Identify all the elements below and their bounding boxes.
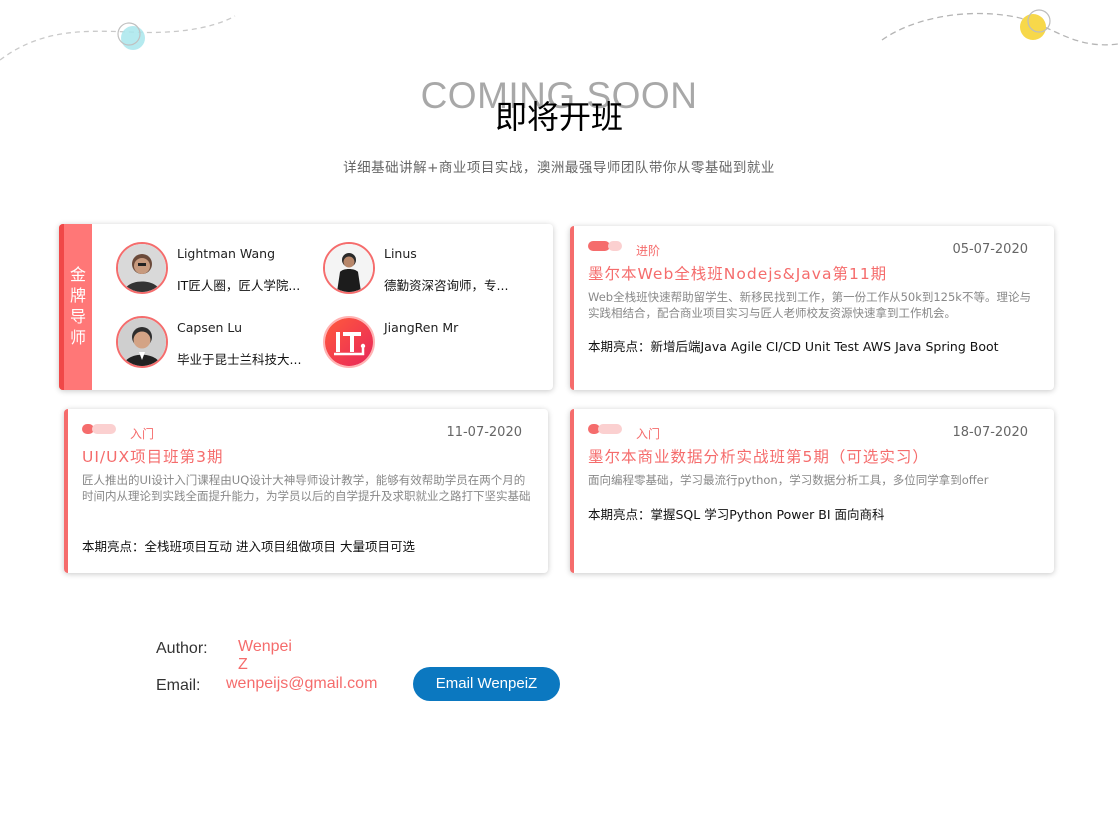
page-title: 即将开班 bbox=[494, 98, 623, 136]
it-logo-avatar bbox=[323, 316, 375, 368]
course-highlights: 本期亮点：掌握SQL 学习Python Power BI 面向商科 bbox=[588, 507, 885, 522]
course-card[interactable]: 进阶 05-07-2020 墨尔本Web全栈班Nodejs&Java第11期 W… bbox=[570, 226, 1054, 390]
course-card[interactable]: 入门 18-07-2020 墨尔本商业数据分析实战班第5期（可选实习） 面向编程… bbox=[570, 409, 1054, 573]
mentor-band: 金牌导师 bbox=[59, 224, 92, 390]
course-title[interactable]: UI/UX项目班第3期 bbox=[82, 445, 223, 467]
course-level: 进阶 bbox=[636, 244, 661, 258]
mentor-desc: 毕业于昆士兰科技大... bbox=[177, 352, 302, 367]
author-name: Wenpei Z bbox=[238, 638, 292, 673]
course-card[interactable]: 入门 11-07-2020 UI/UX项目班第3期 匠人推出的UI设计入门课程由… bbox=[64, 409, 548, 573]
mentor-name: Lightman Wang bbox=[177, 246, 276, 261]
avatar bbox=[323, 242, 375, 294]
course-desc: 面向编程零基础，学习最流行python，学习数据分析工具，多位同学拿到offer bbox=[588, 473, 989, 487]
course-date: 18-07-2020 bbox=[952, 425, 1028, 440]
mentor-card: 金牌导师 Lightman Wang IT匠人圈，匠人学院... Linus 德… bbox=[59, 224, 553, 390]
top-decoration bbox=[0, 9, 1118, 61]
level-indicator bbox=[82, 424, 118, 434]
mentor-item[interactable]: Lightman Wang IT匠人圈，匠人学院... bbox=[116, 242, 326, 298]
course-desc: Web全栈班快速帮助留学生、新移民找到工作，第一份工作从50k到125k不等。理… bbox=[588, 290, 1031, 320]
avatar bbox=[116, 316, 168, 368]
course-desc: 匠人推出的UI设计入门课程由UQ设计大神导师设计教学，能够有效帮助学员在两个月的… bbox=[82, 473, 531, 503]
mentor-item[interactable]: Linus 德勤资深咨询师，专... bbox=[323, 242, 533, 298]
page-subtitle: 详细基础讲解+商业项目实战，澳洲最强导师团队带你从零基础到就业 bbox=[343, 160, 775, 176]
course-level: 入门 bbox=[130, 427, 155, 441]
course-date: 11-07-2020 bbox=[446, 425, 522, 440]
mentor-name: Capsen Lu bbox=[177, 320, 243, 335]
email-label: Email: bbox=[156, 677, 201, 694]
author-label: Author: bbox=[156, 640, 208, 657]
course-highlights: 本期亮点：全栈班项目互动 进入项目组做项目 大量项目可选 bbox=[82, 539, 415, 554]
mentor-item[interactable]: JiangRen Mr bbox=[323, 316, 533, 372]
course-level: 入门 bbox=[636, 427, 661, 441]
mentor-name: JiangRen Mr bbox=[384, 320, 459, 335]
course-title[interactable]: 墨尔本Web全栈班Nodejs&Java第11期 bbox=[588, 262, 887, 284]
course-date: 05-07-2020 bbox=[952, 242, 1028, 257]
mentor-item[interactable]: Capsen Lu 毕业于昆士兰科技大... bbox=[116, 316, 326, 372]
email-row: Email: bbox=[156, 675, 200, 695]
level-indicator bbox=[588, 241, 624, 251]
mentor-name: Linus bbox=[384, 246, 417, 261]
level-indicator bbox=[588, 424, 624, 434]
author-row: Author: bbox=[156, 638, 208, 658]
mentor-band-label: 金牌导师 bbox=[69, 265, 86, 347]
mentor-desc: 德勤资深咨询师，专... bbox=[384, 278, 509, 293]
email-button[interactable]: Email WenpeiZ bbox=[413, 667, 560, 701]
avatar bbox=[116, 242, 168, 294]
course-highlights: 本期亮点：新增后端Java Agile CI/CD Unit Test AWS … bbox=[588, 339, 999, 354]
hero: COMING SOON 即将开班 bbox=[0, 76, 1118, 137]
course-title[interactable]: 墨尔本商业数据分析实战班第5期（可选实习） bbox=[588, 445, 929, 467]
mentor-desc: IT匠人圈，匠人学院... bbox=[177, 278, 301, 293]
email-link[interactable]: wenpeijs@gmail.com bbox=[226, 675, 377, 693]
